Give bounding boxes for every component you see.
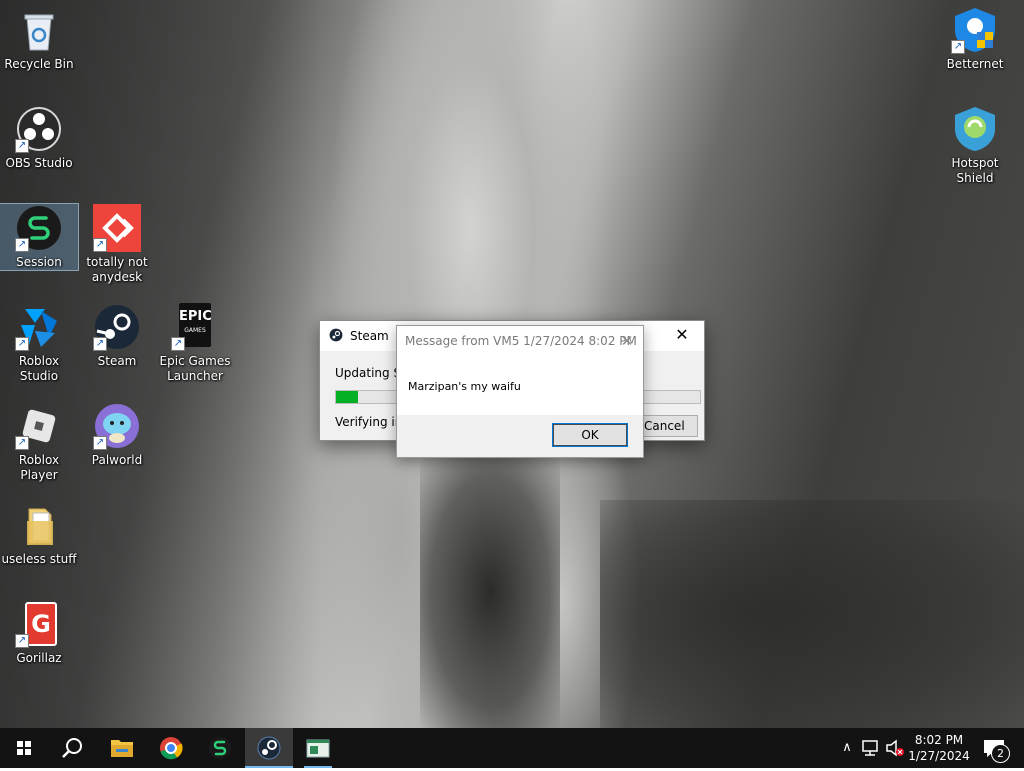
- desktop-icon-recycle-bin[interactable]: Recycle Bin: [0, 6, 78, 72]
- desktop-icon-useless-stuff[interactable]: useless stuff: [0, 501, 78, 567]
- steam-icon: [329, 328, 343, 342]
- desktop-icon-label: Gorillaz: [16, 651, 62, 665]
- obs-icon: ↗: [15, 105, 63, 153]
- hotspot-shield-icon: [951, 105, 999, 153]
- desktop-icon-label: useless stuff: [1, 552, 77, 566]
- desktop-icon-label: Roblox Player: [18, 453, 60, 482]
- close-button[interactable]: ✕: [670, 325, 694, 345]
- recycle-bin-icon: [15, 6, 63, 54]
- wallpaper-shadow: [420, 455, 560, 728]
- shortcut-arrow-icon: ↗: [15, 139, 29, 153]
- desktop-icon-label: Roblox Studio: [18, 354, 60, 383]
- desktop-icon-hotspot-shield[interactable]: Hotspot Shield: [936, 105, 1014, 186]
- folder-icon: [111, 740, 133, 757]
- desktop-icon-roblox-player[interactable]: ↗ Roblox Player: [0, 402, 78, 483]
- ok-button[interactable]: OK: [552, 423, 628, 447]
- desktop-icon-label-line: Hotspot: [951, 156, 999, 170]
- show-hidden-icons-button[interactable]: ∧: [838, 728, 856, 768]
- taskbar-steam[interactable]: [245, 728, 293, 768]
- taskbar-chrome[interactable]: [147, 728, 195, 768]
- gorillaz-icon: G ↗: [15, 600, 63, 648]
- taskbar-message-window[interactable]: [294, 728, 342, 768]
- desktop-icon-label: Epic Games Launcher: [156, 354, 234, 384]
- close-button[interactable]: ✕: [617, 331, 637, 351]
- epic-logo-text: EPIC: [179, 309, 212, 324]
- taskbar: ∧ 8:02 PM 1/27/2024 2: [0, 728, 1024, 768]
- desktop-icon-label-line: totally not: [86, 255, 148, 269]
- shortcut-arrow-icon: ↗: [93, 436, 107, 450]
- desktop-icon-label: Betternet: [946, 57, 1004, 71]
- steam-icon: ↗: [93, 303, 141, 351]
- window-icon: [306, 739, 330, 758]
- clock-date: 1/27/2024: [908, 749, 970, 763]
- start-button[interactable]: [0, 728, 48, 768]
- desktop[interactable]: Recycle Bin ↗ OBS Studio ↗ Session ↗ Rob…: [0, 0, 1024, 728]
- anydesk-icon: ↗: [93, 204, 141, 252]
- session-icon: ↗: [15, 204, 63, 252]
- message-dialog: Message from VM5 1/27/2024 8:02 PM ✕ Mar…: [396, 325, 644, 458]
- desktop-icon-steam[interactable]: ↗ Steam: [78, 303, 156, 369]
- steam-icon: [257, 736, 281, 760]
- session-icon: [209, 737, 231, 759]
- desktop-icon-label: OBS Studio: [5, 156, 73, 170]
- network-icon[interactable]: [860, 728, 882, 768]
- desktop-icon-label-line: Shield: [956, 171, 994, 185]
- roblox-studio-icon: ↗: [15, 303, 63, 351]
- search-button[interactable]: [48, 728, 96, 768]
- epic-logo-subtext: GAMES: [184, 327, 206, 334]
- shortcut-arrow-icon: ↗: [93, 238, 107, 252]
- desktop-icon-label: Hotspot Shield: [936, 156, 1014, 186]
- desktop-icon-epic-games[interactable]: EPIC GAMES ↗ Epic Games Launcher: [156, 303, 234, 384]
- shortcut-arrow-icon: ↗: [15, 634, 29, 648]
- shortcut-arrow-icon: ↗: [15, 337, 29, 351]
- progress-fill: [336, 391, 358, 403]
- desktop-icon-label-line: anydesk: [91, 270, 143, 284]
- desktop-icon-obs-studio[interactable]: ↗ OBS Studio: [0, 105, 78, 171]
- desktop-icon-label-line: Launcher: [167, 369, 223, 383]
- desktop-icon-palworld[interactable]: ↗ Palworld: [78, 402, 156, 468]
- desktop-icon-label: totally not anydesk: [78, 255, 156, 285]
- desktop-icon-betternet[interactable]: ↗ Betternet: [936, 6, 1014, 72]
- notification-count-badge: 2: [991, 744, 1010, 763]
- desktop-icon-label: Steam: [97, 354, 137, 368]
- palworld-icon: ↗: [93, 402, 141, 450]
- shortcut-arrow-icon: ↗: [171, 337, 185, 351]
- taskbar-session[interactable]: [196, 728, 244, 768]
- roblox-player-icon: ↗: [15, 402, 63, 450]
- windows-icon: [17, 741, 31, 755]
- window-title: Steam: [350, 329, 389, 343]
- message-text: Marzipan's my waifu: [408, 380, 521, 393]
- wallpaper-shadow: [600, 500, 1024, 728]
- search-icon: [62, 738, 82, 758]
- desktop-icon-label-line: Epic Games: [159, 354, 231, 368]
- taskbar-file-explorer[interactable]: [98, 728, 146, 768]
- clock-time: 8:02 PM: [914, 733, 964, 747]
- window-title: Message from VM5 1/27/2024 8:02 PM: [405, 334, 637, 348]
- desktop-icon-label: Recycle Bin: [4, 57, 74, 71]
- betternet-icon: ↗: [951, 6, 999, 54]
- clock[interactable]: 8:02 PM 1/27/2024: [900, 732, 978, 764]
- shortcut-arrow-icon: ↗: [951, 40, 965, 54]
- action-center-button[interactable]: 2: [978, 728, 1024, 768]
- cancel-button[interactable]: Cancel: [640, 415, 698, 437]
- desktop-icon-label: Session: [16, 255, 62, 269]
- chrome-icon: [160, 737, 183, 760]
- message-body: Marzipan's my waifu: [397, 356, 643, 415]
- desktop-icon-gorillaz[interactable]: G ↗ Gorillaz: [0, 600, 78, 666]
- desktop-icon-roblox-studio[interactable]: ↗ Roblox Studio: [0, 303, 78, 384]
- folder-icon: [15, 501, 63, 549]
- epic-games-icon: EPIC GAMES ↗: [171, 303, 219, 351]
- shortcut-arrow-icon: ↗: [15, 238, 29, 252]
- shortcut-arrow-icon: ↗: [15, 436, 29, 450]
- gorillaz-glyph: G: [25, 602, 57, 646]
- title-bar[interactable]: Message from VM5 1/27/2024 8:02 PM ✕: [397, 326, 643, 356]
- desktop-icon-anydesk[interactable]: ↗ totally not anydesk: [78, 204, 156, 285]
- desktop-icon-label: Palworld: [91, 453, 143, 467]
- desktop-icon-session[interactable]: ↗ Session: [0, 203, 79, 271]
- shortcut-arrow-icon: ↗: [93, 337, 107, 351]
